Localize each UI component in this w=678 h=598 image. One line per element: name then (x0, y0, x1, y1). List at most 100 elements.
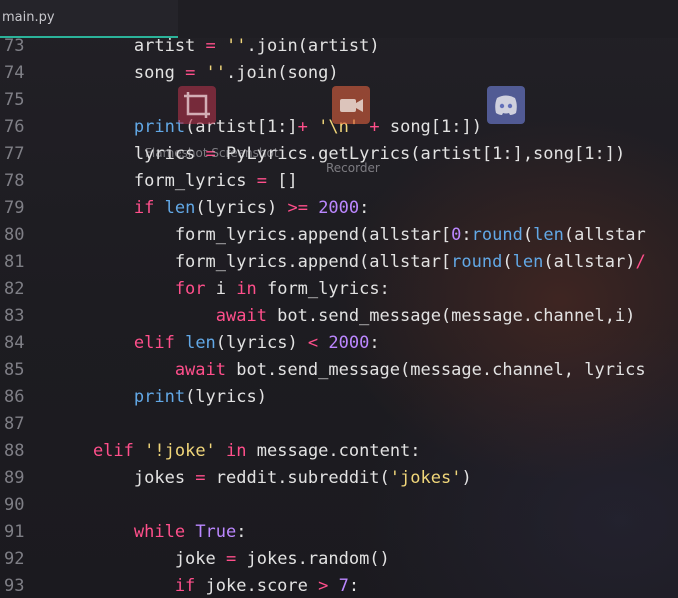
code-line[interactable]: 90 (0, 492, 678, 519)
desktop-icon-label: Recorder (326, 161, 380, 175)
code-line[interactable]: 74 song = ''.join(song) (0, 60, 678, 87)
code-token: = (195, 468, 206, 488)
line-number: 87 (4, 414, 25, 434)
code-token: jokes (52, 468, 196, 488)
code-text[interactable]: if joke.score > 7: (52, 573, 359, 598)
code-line[interactable]: 81 form_lyrics.append(allstar[round(len(… (0, 249, 678, 276)
code-token: bot.send_message(message.channel, lyrics (226, 360, 646, 380)
code-token: if (52, 576, 196, 596)
code-token: form_lyrics.append(allstar[ (52, 225, 452, 245)
code-token: if (52, 198, 155, 218)
code-token: 'jokes' (389, 468, 462, 488)
line-number: 84 (4, 333, 25, 353)
code-token: reddit.subreddit( (205, 468, 390, 488)
code-token: for (52, 279, 206, 299)
code-line[interactable]: 86 print(lyrics) (0, 384, 678, 411)
code-text[interactable]: await bot.send_message(message.channel,i… (52, 303, 636, 330)
code-line[interactable]: 83 await bot.send_message(message.channe… (0, 303, 678, 330)
code-token: len (533, 225, 564, 245)
code-text[interactable]: song = ''.join(song) (52, 60, 339, 87)
code-line[interactable]: 93 if joke.score > 7: (0, 573, 678, 598)
code-line[interactable]: 85 await bot.send_message(message.channe… (0, 357, 678, 384)
code-text[interactable]: artist = ''.join(artist) (52, 33, 380, 60)
code-text[interactable]: if len(lyrics) >= 2000: (52, 195, 370, 222)
code-line[interactable]: 79 if len(lyrics) >= 2000: (0, 195, 678, 222)
line-number: 86 (4, 387, 25, 407)
code-token: ) (461, 468, 472, 488)
code-token: .join(song) (226, 63, 339, 83)
line-number: 90 (4, 495, 25, 515)
code-line[interactable]: 84 elif len(lyrics) < 2000: (0, 330, 678, 357)
code-token: (lyrics) (195, 198, 288, 218)
line-number: 89 (4, 468, 25, 488)
code-token: (allstar) (543, 252, 636, 272)
code-token: len (185, 333, 216, 353)
code-text[interactable]: form_lyrics.append(allstar[0:round(len(a… (52, 222, 646, 249)
code-token: song (52, 63, 186, 83)
code-text[interactable]: jokes = reddit.subreddit('jokes') (52, 465, 472, 492)
line-number: 91 (4, 522, 25, 542)
code-text[interactable]: print(lyrics) (52, 384, 267, 411)
code-token: ( (522, 225, 534, 245)
code-text[interactable]: form_lyrics = [] (52, 168, 298, 195)
line-number: 75 (4, 90, 25, 110)
code-token: '' (195, 63, 227, 83)
line-number: 76 (4, 117, 25, 137)
code-line[interactable]: 91 while True: (0, 519, 678, 546)
code-token: 2000 (328, 333, 370, 353)
crop-icon[interactable] (178, 86, 216, 124)
line-number: 81 (4, 252, 25, 272)
camera-icon[interactable] (332, 86, 370, 124)
code-token: len (164, 198, 196, 218)
code-text[interactable]: form_lyrics.append(allstar[round(len(all… (52, 249, 646, 276)
code-text[interactable]: elif len(lyrics) < 2000: (52, 330, 380, 357)
code-token: '' (215, 36, 247, 56)
line-number: 93 (4, 576, 25, 596)
code-token: elif (52, 441, 134, 461)
code-token: < (307, 333, 319, 353)
code-token: joke.score (195, 576, 319, 596)
code-text[interactable]: await bot.send_message(message.channel, … (52, 357, 646, 384)
code-text[interactable]: print(artist[1:]+ '\n' + song[1:]) (52, 114, 482, 141)
code-token: 0 (451, 225, 462, 245)
code-line[interactable]: 87 (0, 411, 678, 438)
code-token: = (185, 63, 196, 83)
code-token: + (369, 117, 380, 137)
line-number: 74 (4, 63, 25, 83)
code-token: (lyrics) (185, 387, 267, 407)
code-token: round (471, 225, 523, 245)
code-token: : (348, 576, 360, 596)
code-token: (lyrics) (215, 333, 308, 353)
code-token: = (256, 171, 267, 191)
code-line[interactable]: 73 artist = ''.join(artist) (0, 33, 678, 60)
code-token: in (226, 441, 247, 461)
code-line[interactable]: 80 form_lyrics.append(allstar[0:round(le… (0, 222, 678, 249)
code-line[interactable]: 88 elif '!joke' in message.content: (0, 438, 678, 465)
desktop-icon-label: Flameshot Screenshot (145, 146, 279, 160)
code-token: 7 (338, 576, 349, 596)
code-editor[interactable]: main.py 73 artist = ''.join(artist) 74 so… (0, 0, 678, 598)
code-text[interactable]: for i in form_lyrics: (52, 276, 390, 303)
code-token: bot.send_message(message.channel,i) (266, 306, 636, 326)
code-token: '!joke' (144, 441, 216, 461)
discord-icon[interactable] (487, 86, 525, 124)
code-token: joke (52, 549, 226, 569)
code-token: + (297, 117, 308, 137)
code-token: print (52, 387, 186, 407)
code-token: elif (52, 333, 175, 353)
code-token: form_lyrics: (256, 279, 390, 299)
code-line[interactable]: 89 jokes = reddit.subreddit('jokes') (0, 465, 678, 492)
code-token: > (318, 576, 329, 596)
code-token: ( (502, 252, 513, 272)
code-text[interactable]: elif '!joke' in message.content: (52, 438, 421, 465)
code-token: .join(artist) (246, 36, 380, 56)
code-line[interactable]: 82 for i in form_lyrics: (0, 276, 678, 303)
code-line[interactable]: 92 joke = jokes.random() (0, 546, 678, 573)
code-text[interactable]: while True: (52, 519, 247, 546)
code-token: form_lyrics.append(allstar[ (52, 252, 452, 272)
code-text[interactable]: joke = jokes.random() (52, 546, 390, 573)
